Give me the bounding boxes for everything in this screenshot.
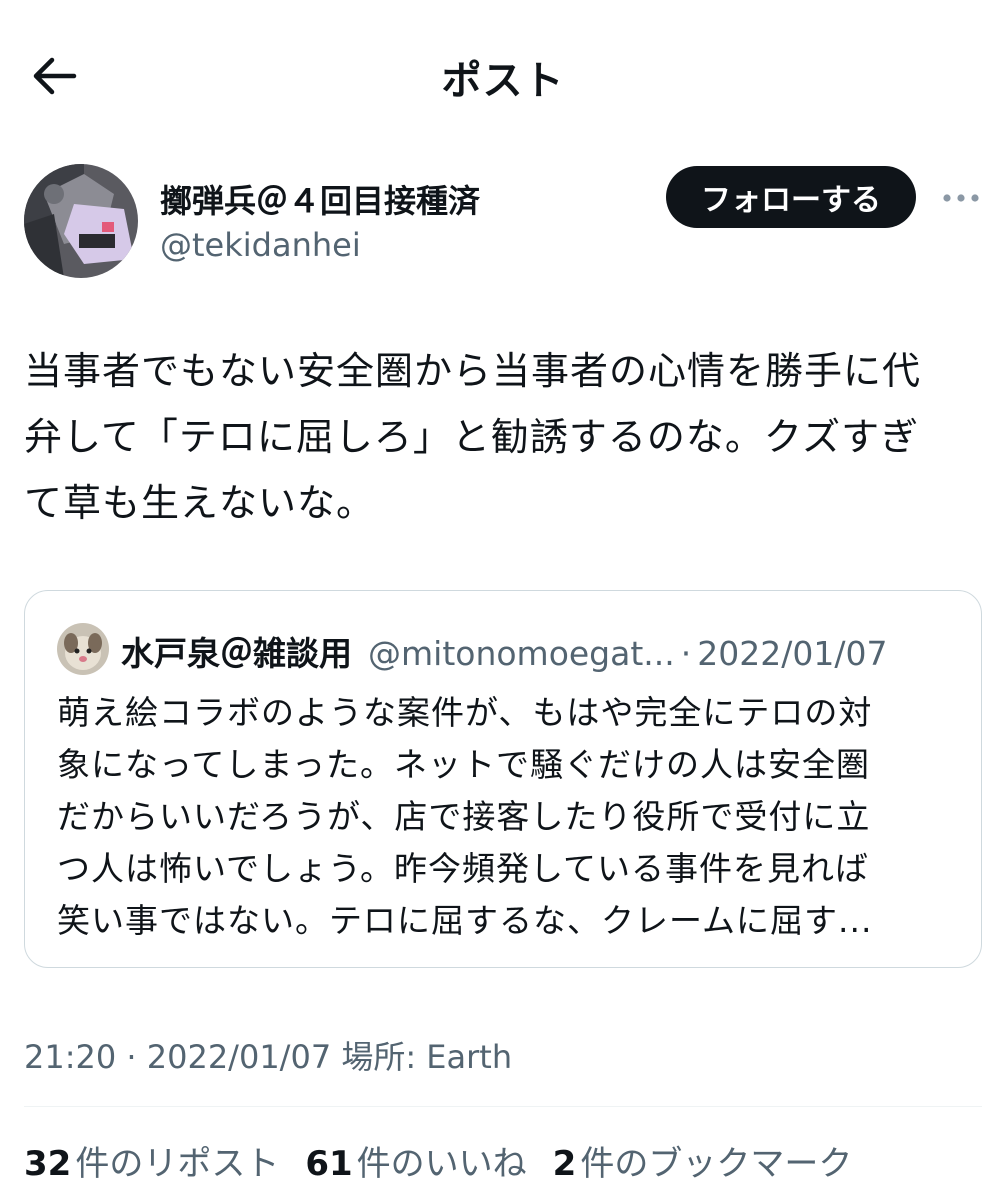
quoted-tweet-text: 萌え絵コラボのような案件が、もはや完全にテロの対 象になってしまった。ネットで騒… [57, 687, 947, 947]
quoted-author-avatar[interactable] [57, 623, 109, 675]
page-title: ポスト [441, 58, 565, 104]
post-detail-page: ポスト 擲弾兵＠４回目接種済 @tekidanhei フォローする 当事者でもな… [0, 0, 1006, 1200]
quoted-tweet-header: 水戸泉＠雑談用 @mitonomoegat... · 2022/01/07 [121, 627, 887, 675]
quoted-text-line: 笑い事ではない。テロに屈するな、クレームに屈す... [57, 901, 873, 940]
separator-dot: · [126, 1038, 137, 1076]
follow-button[interactable]: フォローする [666, 166, 916, 228]
tweet-text: 当事者でもない安全圏から当事者の心情を勝手に代 弁して「テロに屈しろ」と勧誘する… [24, 338, 984, 536]
likes-stat[interactable]: 61 件のいいね [305, 1136, 526, 1185]
quoted-text-line: 象になってしまった。ネットで騒ぐだけの人は安全圏 [57, 745, 871, 784]
likes-label: 件のいいね [356, 1144, 527, 1184]
engagement-stats: 32 件のリポスト 61 件のいいね 2 件のブックマーク [24, 1136, 878, 1185]
reposts-label: 件のリポスト [75, 1144, 280, 1184]
likes-count: 61 [305, 1144, 353, 1184]
tweet-text-line: 弁して「テロに屈しろ」と勧誘するのな。クズすぎ [24, 415, 920, 459]
tweet-location: 場所: Earth [341, 1038, 513, 1076]
quoted-tweet-card[interactable]: 水戸泉＠雑談用 @mitonomoegat... · 2022/01/07 萌え… [24, 590, 982, 968]
quoted-author-handle: @mitonomoegat... [368, 634, 675, 673]
reposts-stat[interactable]: 32 件のリポスト [24, 1136, 279, 1185]
author-display-name[interactable]: 擲弾兵＠４回目接種済 [160, 176, 480, 222]
tweet-text-line: て草も生えないな。 [24, 481, 376, 525]
divider [24, 1106, 982, 1107]
tweet-time[interactable]: 21:20 [24, 1038, 116, 1076]
quoted-tweet-date: 2022/01/07 [697, 634, 888, 673]
quoted-text-line: だからいいだろうが、店で接客したり役所で受付に立 [57, 797, 871, 836]
bookmarks-count: 2 [552, 1144, 577, 1184]
more-horizontal-icon [943, 194, 979, 202]
tweet-text-line: 当事者でもない安全圏から当事者の心情を勝手に代 [24, 349, 922, 393]
reposts-count: 32 [24, 1144, 72, 1184]
bookmarks-label: 件のブックマーク [580, 1144, 853, 1184]
quoted-author-name: 水戸泉＠雑談用 [121, 634, 352, 673]
bookmarks-stat[interactable]: 2 件のブックマーク [553, 1136, 853, 1185]
tweet-date[interactable]: 2022/01/07 [147, 1038, 331, 1076]
quoted-text-line: つ人は怖いでしょう。昨今頻発している事件を見れば [57, 849, 870, 888]
more-options-button[interactable] [936, 178, 986, 218]
separator-dot: · [680, 634, 692, 673]
tweet-timestamp: 21:20 · 2022/01/07 場所: Earth [24, 1032, 512, 1078]
author-avatar[interactable] [24, 164, 138, 278]
avatar-image [24, 164, 138, 278]
quoted-text-line: 萌え絵コラボのような案件が、もはや完全にテロの対 [57, 693, 873, 732]
avatar-image [57, 623, 109, 675]
author-handle[interactable]: @tekidanhei [160, 226, 361, 264]
